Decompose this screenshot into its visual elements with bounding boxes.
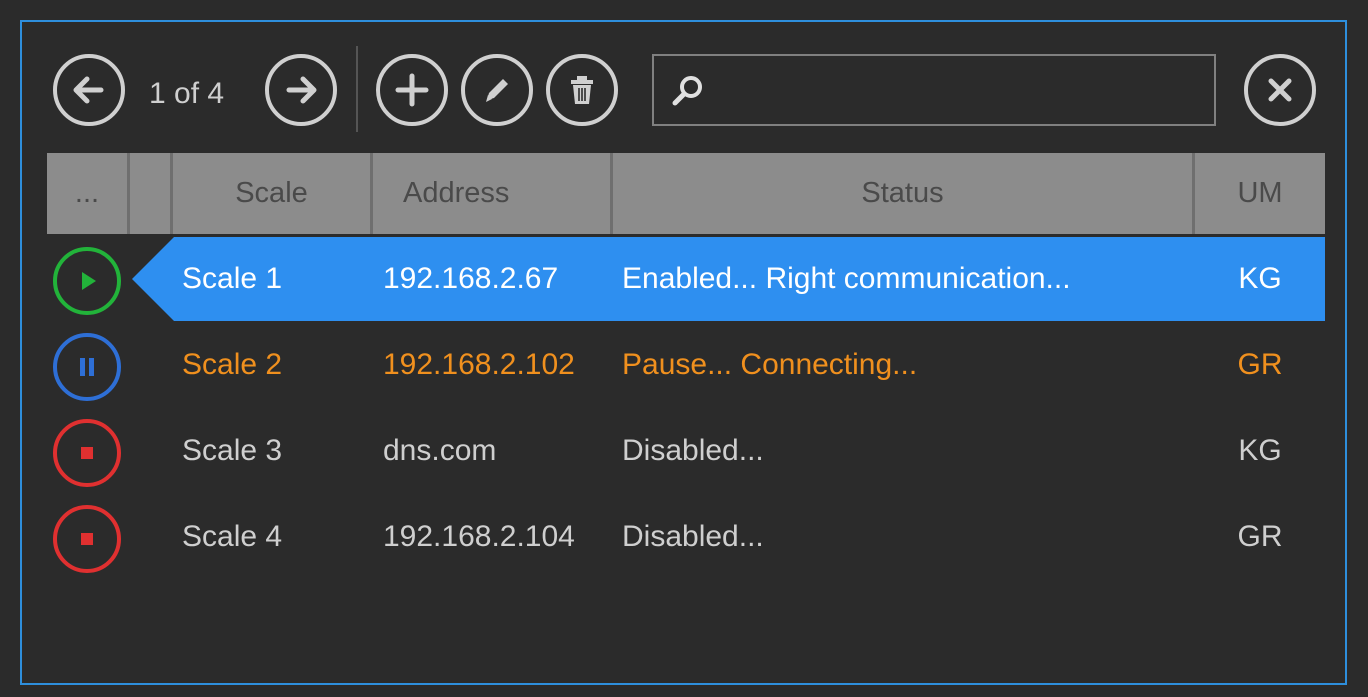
trash-icon <box>571 76 593 104</box>
column-header-scale[interactable]: Scale <box>173 153 373 234</box>
search-box[interactable] <box>652 54 1216 126</box>
table-row[interactable]: Scale 2 192.168.2.102 Pause... Connecting.… <box>22 323 1327 407</box>
cell-status: Disabled... <box>622 520 764 553</box>
next-page-button[interactable] <box>265 54 337 126</box>
cell-scale: Scale 4 <box>182 520 283 553</box>
scale-list-window: 1 of 4 ... Scale Address Status UM Scale… <box>20 20 1347 685</box>
close-button[interactable] <box>1244 54 1316 126</box>
column-header-um[interactable]: UM <box>1195 153 1325 234</box>
table-header: ... Scale Address Status UM <box>47 153 1325 234</box>
play-icon[interactable] <box>53 247 121 315</box>
column-header-menu[interactable]: ... <box>47 153 130 234</box>
stop-icon[interactable] <box>53 419 121 487</box>
cell-um: KG <box>1238 262 1282 295</box>
cell-um: GR <box>1237 348 1283 381</box>
edit-button[interactable] <box>461 54 533 126</box>
column-header-address[interactable]: Address <box>373 153 613 234</box>
pause-icon[interactable] <box>53 333 121 401</box>
arrow-right-icon <box>286 76 317 104</box>
cell-status: Pause... Connecting... <box>622 348 918 381</box>
pencil-icon <box>486 79 508 102</box>
table-row[interactable]: Scale 4 192.168.2.104 Disabled... GR <box>22 495 1327 579</box>
cell-address: dns.com <box>383 434 497 467</box>
column-header-status[interactable]: Status <box>613 153 1195 234</box>
delete-button[interactable] <box>546 54 618 126</box>
table-row[interactable]: Scale 1 192.168.2.67 Enabled... Right comm… <box>22 237 1327 321</box>
toolbar-divider <box>356 46 358 132</box>
search-icon <box>672 76 702 106</box>
add-button[interactable] <box>376 54 448 126</box>
cell-address: 192.168.2.67 <box>383 262 559 295</box>
cell-status: Enabled... Right communication... <box>622 262 1071 295</box>
cell-scale: Scale 3 <box>182 434 283 467</box>
cell-scale: Scale 1 <box>182 262 283 295</box>
stop-icon[interactable] <box>53 505 121 573</box>
column-header-indicator[interactable] <box>130 153 173 234</box>
table-row[interactable]: Scale 3 dns.com Disabled... KG <box>22 409 1327 493</box>
cell-um: KG <box>1238 434 1282 467</box>
search-input[interactable] <box>716 64 1204 118</box>
close-icon <box>1268 78 1292 102</box>
previous-page-button[interactable] <box>53 54 125 126</box>
cell-um: GR <box>1237 520 1283 553</box>
arrow-left-icon <box>73 76 104 104</box>
page-indicator: 1 of 4 <box>149 77 225 110</box>
cell-status: Disabled... <box>622 434 764 467</box>
cell-address: 192.168.2.102 <box>383 348 575 381</box>
plus-icon <box>395 73 429 107</box>
cell-address: 192.168.2.104 <box>383 520 575 553</box>
cell-scale: Scale 2 <box>182 348 283 381</box>
